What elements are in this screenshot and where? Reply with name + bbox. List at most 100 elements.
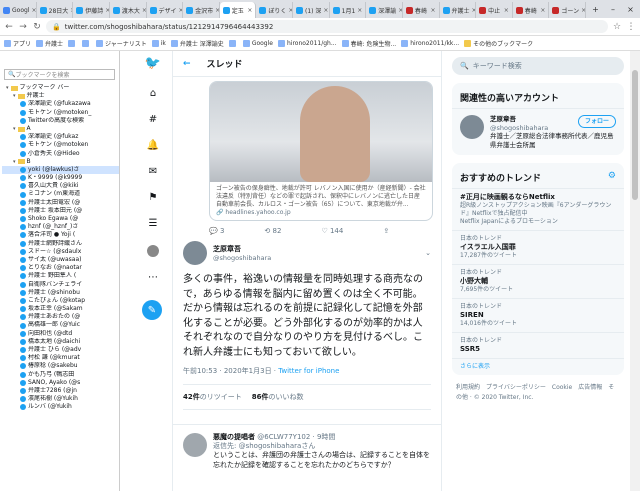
reload-icon[interactable]: ↻: [32, 22, 42, 32]
scrollbar-thumb[interactable]: [632, 70, 638, 200]
retweet-action[interactable]: ⟲ 82: [264, 227, 281, 235]
compose-tweet-icon[interactable]: ✎: [142, 300, 162, 320]
bookmark-tree-item[interactable]: ▾ B: [2, 158, 119, 166]
bookmark-tree-item[interactable]: とりなお (@naotar: [2, 264, 119, 272]
bookmark-tree-item[interactable]: モトケン (@motoken: [2, 141, 119, 149]
bookmark-tree-item[interactable]: モトケン (@motoken_: [2, 109, 119, 117]
bookmark-tree-item[interactable]: 弁護士 ひら (@adv: [2, 346, 119, 354]
bookmark-tree-item[interactable]: 弁護士 (@shinobu: [2, 289, 119, 297]
bookmark-tree-item[interactable]: 橋本太地 (@daichi: [2, 338, 119, 346]
tweet-client-link[interactable]: Twitter for iPhone: [278, 367, 339, 375]
minimize-icon[interactable]: –: [611, 5, 615, 14]
avatar[interactable]: [460, 115, 484, 139]
bookmark-tree-item[interactable]: Shoko Egawa (@: [2, 215, 119, 223]
profile-avatar-icon[interactable]: [146, 244, 160, 258]
browser-tab[interactable]: ゴーン ×: [549, 2, 586, 18]
browser-tab[interactable]: 渡木大 ×: [110, 2, 147, 18]
bookmark-item[interactable]: 弁護士: [36, 39, 63, 48]
bookmark-tree-item[interactable]: SANO, Ayako (@s: [2, 379, 119, 387]
more-icon[interactable]: ⋯: [146, 270, 160, 284]
chevron-down-icon[interactable]: ▾: [6, 84, 9, 92]
close-icon[interactable]: ×: [504, 7, 509, 14]
trend-item[interactable]: 日本のトレンド SIREN 14,016件のツイート: [452, 299, 624, 333]
bookmark-item[interactable]: ik: [151, 39, 166, 47]
browser-tab[interactable]: 弁護士 ×: [440, 2, 477, 18]
browser-tab[interactable]: 深澤諭 ×: [366, 2, 403, 18]
bookmark-tree-item[interactable]: 弁護士あおたの (@: [2, 313, 119, 321]
retweet-count[interactable]: 42件のリツイート: [183, 392, 242, 402]
trend-item[interactable]: 日本のトレンド SSR5: [452, 333, 624, 359]
bookmark-tree-item[interactable]: 落合洋司 ● Yoji (: [2, 231, 119, 239]
bookmark-tree-item[interactable]: ミコナン (m東海道: [2, 190, 119, 198]
bookmark-tree-item[interactable]: ▾ A: [2, 125, 119, 133]
chevron-down-icon[interactable]: ⌄: [425, 249, 431, 257]
avatar[interactable]: [183, 241, 207, 265]
reply-action[interactable]: 💬 3: [209, 227, 224, 235]
chevron-down-icon[interactable]: ▾: [13, 92, 16, 100]
browser-tab[interactable]: 中止 ×: [476, 2, 513, 18]
bookmark-tree-item[interactable]: 小倉秀夫 (@Hideo: [2, 150, 119, 158]
url-input[interactable]: 🔒 twitter.com/shogoshibahara/status/1212…: [46, 20, 608, 33]
bookmark-tree-item[interactable]: 深澤諭史 (@fukaz: [2, 133, 119, 141]
browser-tab[interactable]: ぼりく ×: [256, 2, 293, 18]
bookmark-tree-item[interactable]: かも乃弓 (鴨志田: [2, 371, 119, 379]
browser-tab[interactable]: 定玉 ×: [219, 2, 257, 18]
bookmark-tree-item[interactable]: K・9999 (@k9999: [2, 174, 119, 182]
browser-tab[interactable]: 春崎 ×: [403, 2, 440, 18]
bookmark-tree-item[interactable]: 弁護士網野詩織さん: [2, 240, 119, 248]
browser-tab[interactable]: 1月1 ×: [330, 2, 367, 18]
home-icon[interactable]: ⌂: [146, 86, 160, 100]
bookmark-tree-item[interactable]: 弁護士 野田隼人 (: [2, 272, 119, 280]
browser-tab[interactable]: 春崎 ×: [513, 2, 550, 18]
tweet-author-handle[interactable]: @shogoshibahara: [213, 254, 271, 262]
browser-tab[interactable]: 伊藤詩 ×: [73, 2, 110, 18]
bookmark-tree-item[interactable]: ▾ ブックマーク バー: [2, 84, 119, 92]
bookmark-item[interactable]: アプリ: [4, 39, 31, 48]
trend-item[interactable]: #正月に映画観るならNetflix 超R級ノンストップアクション映画『6アンダーグ…: [452, 189, 624, 231]
related-account[interactable]: 芝原章吾 @shogoshibahara フォロー 弁護士／芝原総合法律事務所代…: [452, 109, 624, 155]
bookmark-item[interactable]: [228, 39, 238, 47]
twitter-logo-icon[interactable]: 🐦: [145, 56, 161, 71]
link-card[interactable]: ゴーン被告の保身癖性、地裁が許可 レバノン入国に使用か（産経新聞）- 会社法違反…: [209, 81, 433, 221]
close-icon[interactable]: ×: [323, 7, 328, 14]
bookmark-tree-item[interactable]: 村松 謙 (@kmurat: [2, 354, 119, 362]
close-icon[interactable]: ×: [540, 7, 545, 14]
bookmark-tree-item[interactable]: yoki (@lawkus)さ: [2, 165, 119, 175]
bookmark-tree-item[interactable]: 向田和也 (@dtd: [2, 330, 119, 338]
lists-icon[interactable]: ☰: [146, 216, 160, 230]
browser-tab[interactable]: 金沢市 ×: [183, 2, 220, 18]
new-tab-icon[interactable]: +: [592, 5, 599, 14]
bookmark-tree-item[interactable]: 自衛隊バンチェライ: [2, 281, 119, 289]
bookmark-item[interactable]: [68, 39, 77, 47]
close-icon[interactable]: ×: [627, 5, 634, 14]
browser-tab[interactable]: Googl ×: [0, 2, 37, 18]
close-icon[interactable]: ×: [247, 7, 252, 14]
bookmark-tree-item[interactable]: 濱尾祐樹 (@Yukih: [2, 395, 119, 403]
bookmark-tree-item[interactable]: スドー☆ (@sdaulx: [2, 248, 119, 256]
browser-tab[interactable]: デザイ ×: [147, 2, 184, 18]
bookmark-item[interactable]: 春崎: 危険生物...: [341, 39, 396, 48]
gear-icon[interactable]: ⚙: [608, 171, 616, 184]
avatar[interactable]: [183, 433, 207, 457]
bookmark-search-input[interactable]: 🔍 ブックマークを検索: [4, 69, 115, 80]
close-icon[interactable]: ×: [357, 7, 362, 14]
bookmark-tree-item[interactable]: Twitterの高度な検索: [2, 117, 119, 125]
bookmark-item[interactable]: その他のブックマーク: [464, 39, 533, 48]
follow-button[interactable]: フォロー: [577, 115, 616, 128]
bookmark-tree-item[interactable]: 弁護士太田竜宏 (@: [2, 199, 119, 207]
share-action[interactable]: ⇪: [383, 227, 389, 235]
chevron-down-icon[interactable]: ▾: [13, 125, 16, 133]
notifications-bell-icon[interactable]: 🔔: [146, 138, 160, 152]
bookmarks-icon[interactable]: ⚑: [146, 190, 160, 204]
browser-tab[interactable]: (1) 深 ×: [293, 2, 330, 18]
forward-icon[interactable]: →: [18, 22, 28, 32]
related-account-name[interactable]: 芝原章吾: [490, 115, 516, 123]
bookmark-tree-item[interactable]: サイ太 (@uwasaa): [2, 256, 119, 264]
reply-tweet[interactable]: 悪魔の提唱者 @6CLW77Y102 · 9時間 返信先: @shogoshib…: [173, 424, 441, 478]
browser-tab[interactable]: 28日大×: [37, 2, 74, 18]
bookmark-tree-item[interactable]: ルンバ (@Yukih: [2, 403, 119, 411]
tweet-author-name[interactable]: 芝原章吾: [213, 244, 271, 254]
like-action[interactable]: ♡ 144: [321, 227, 343, 235]
chevron-down-icon[interactable]: ▾: [13, 158, 16, 166]
bookmark-item[interactable]: 弁護士 深澤諭史: [170, 39, 224, 48]
